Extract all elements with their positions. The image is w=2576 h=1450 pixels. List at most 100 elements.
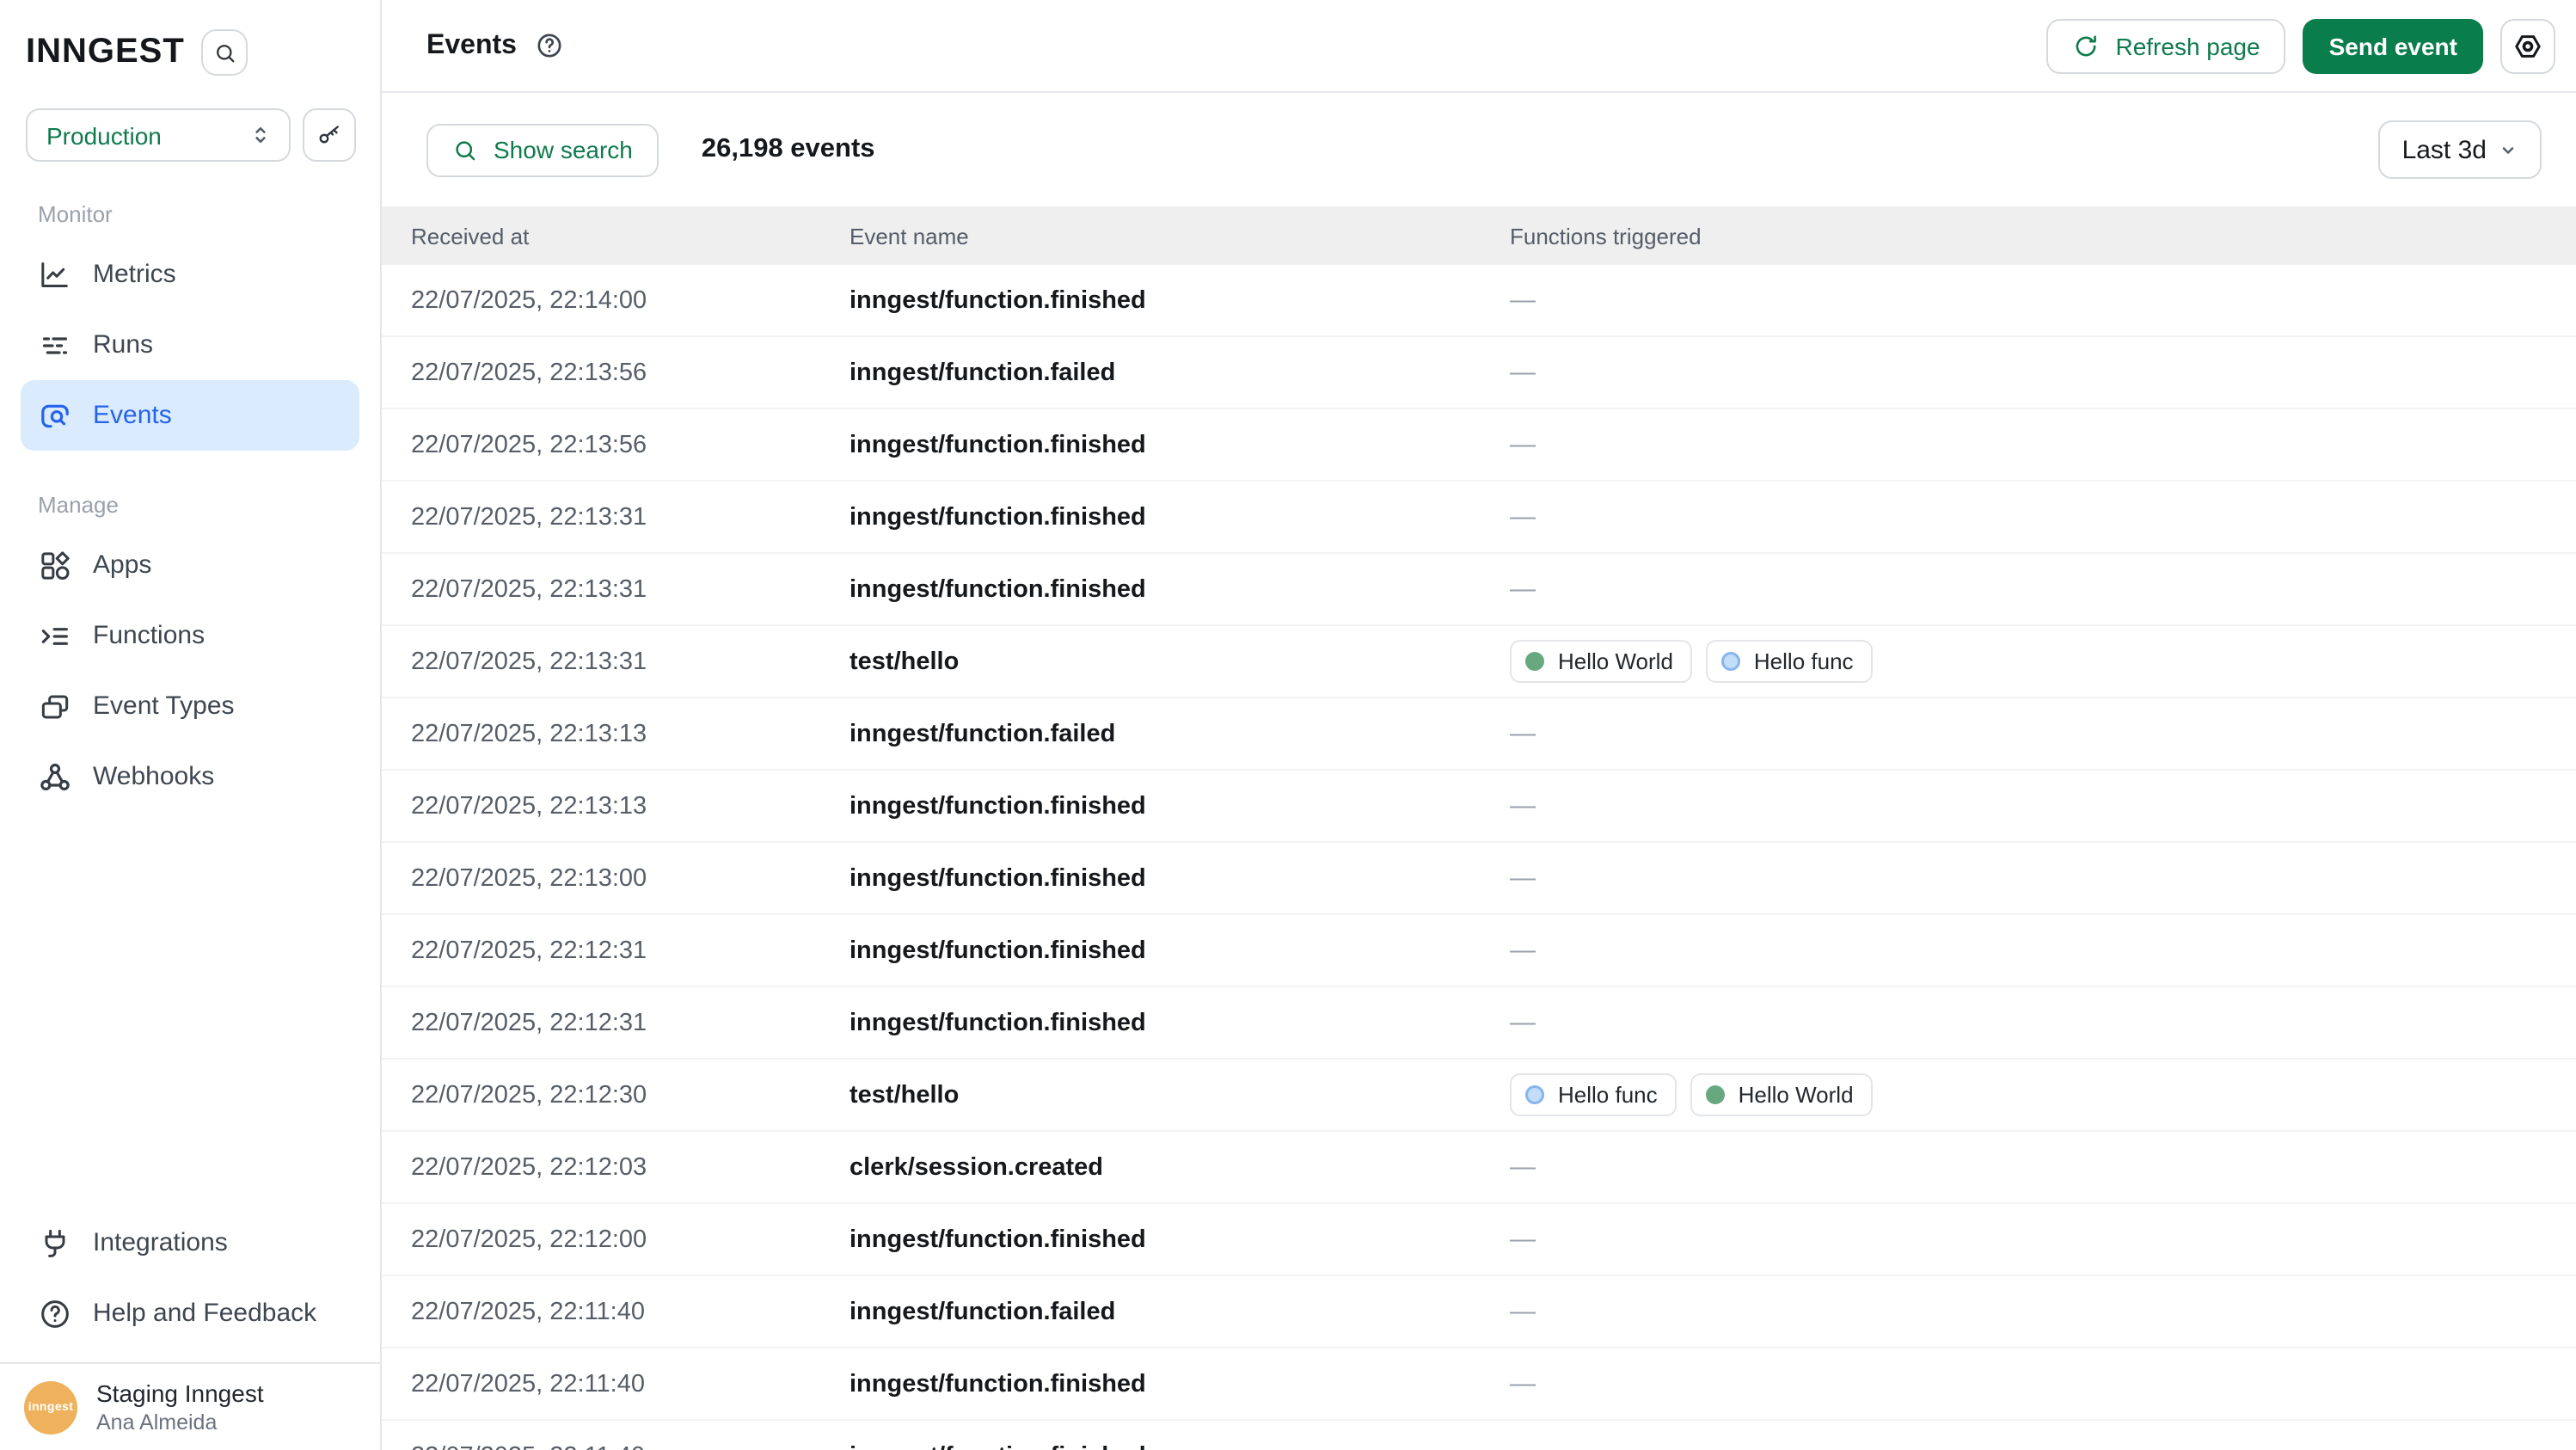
row-functions-triggered: — [1510,936,2576,965]
row-received-at: 22/07/2025, 22:13:13 [382,792,849,820]
row-event-name: inngest/function.finished [849,1226,1510,1253]
sidebar-item-events[interactable]: Events [21,380,359,451]
table-row[interactable]: 22/07/2025, 22:12:31 inngest/function.fi… [382,987,2576,1060]
sidebar-item-functions[interactable]: Functions [21,600,359,671]
table-row[interactable]: 22/07/2025, 22:13:13 inngest/function.fa… [382,698,2576,771]
row-functions-triggered: — [1510,430,2576,459]
sidebar: INNGEST Production [0,0,382,1450]
sidebar-item-label: Metrics [93,260,176,289]
row-functions-triggered: — [1510,719,2576,748]
sidebar-item-metrics[interactable]: Metrics [21,239,359,310]
row-functions-triggered: Hello func Hello World [1510,1073,2576,1116]
page-title: Events [426,30,517,61]
table-row[interactable]: 22/07/2025, 22:13:31 test/hello Hello Wo… [382,626,2576,698]
row-received-at: 22/07/2025, 22:13:00 [382,864,849,892]
sidebar-nav: Monitor Metrics Runs Events Ma [0,186,380,812]
row-received-at: 22/07/2025, 22:13:31 [382,648,849,675]
refresh-page-button[interactable]: Refresh page [2046,18,2285,73]
events-icon [38,398,72,433]
row-received-at: 22/07/2025, 22:13:31 [382,503,849,531]
row-event-name: inngest/function.finished [849,864,1510,892]
settings-button[interactable] [2500,18,2555,73]
plug-icon [38,1226,72,1260]
function-badge-label: Hello World [1558,648,1673,674]
show-search-button[interactable]: Show search [426,123,659,176]
table-row[interactable]: 22/07/2025, 22:13:56 inngest/function.fa… [382,337,2576,409]
api-keys-button[interactable] [303,108,356,162]
row-functions-triggered: — [1510,1369,2576,1398]
table-row[interactable]: 22/07/2025, 22:13:31 inngest/function.fi… [382,482,2576,554]
column-header-functions-triggered: Functions triggered [1510,223,2576,249]
table-row[interactable]: 22/07/2025, 22:13:31 inngest/function.fi… [382,554,2576,626]
row-received-at: 22/07/2025, 22:13:56 [382,359,849,386]
row-event-name: inngest/function.finished [849,1442,1510,1450]
avatar: inngest [24,1380,77,1434]
profile-user-name: Ana Almeida [96,1410,264,1435]
time-range-select[interactable]: Last 3d [2378,120,2542,179]
table-row[interactable]: 22/07/2025, 22:12:03 clerk/session.creat… [382,1132,2576,1204]
function-badge[interactable]: Hello World [1510,640,1692,683]
row-functions-triggered: Hello World Hello func [1510,640,2576,683]
row-event-name: inngest/function.failed [849,1298,1510,1325]
inngest-logo: INNGEST [26,33,185,72]
row-functions-triggered: — [1510,502,2576,531]
row-received-at: 22/07/2025, 22:11:40 [382,1370,849,1398]
sidebar-item-label: Event Types [93,691,235,721]
page-help-icon[interactable] [536,31,565,60]
function-badge[interactable]: Hello func [1510,1073,1677,1116]
row-received-at: 22/07/2025, 22:13:31 [382,575,849,603]
row-event-name: inngest/function.finished [849,1370,1510,1398]
sidebar-item-label: Runs [93,330,153,359]
key-icon [316,122,342,148]
function-status-dot [1706,1085,1725,1104]
table-row[interactable]: 22/07/2025, 22:11:40 inngest/function.fa… [382,1276,2576,1349]
row-received-at: 22/07/2025, 22:11:40 [382,1442,849,1450]
profile-org-name: Staging Inngest [96,1379,264,1407]
table-row[interactable]: 22/07/2025, 22:13:00 inngest/function.fi… [382,843,2576,915]
row-received-at: 22/07/2025, 22:13:56 [382,431,849,458]
app-root: INNGEST Production [0,0,2576,1450]
main-content: Events Refresh page Send event [382,0,2576,1450]
sidebar-item-label: Events [93,401,172,430]
row-functions-triggered: — [1510,863,2576,893]
row-functions-triggered: — [1510,791,2576,820]
event-types-icon [38,689,72,723]
events-count: 26,198 events [702,134,875,165]
show-search-label: Show search [494,136,633,163]
sidebar-item-label: Apps [93,550,151,580]
table-header: Received at Event name Functions trigger… [382,206,2576,265]
table-row[interactable]: 22/07/2025, 22:14:00 inngest/function.fi… [382,265,2576,337]
table-row[interactable]: 22/07/2025, 22:11:40 inngest/function.fi… [382,1349,2576,1421]
table-row[interactable]: 22/07/2025, 22:13:56 inngest/function.fi… [382,409,2576,482]
sidebar-item-webhooks[interactable]: Webhooks [21,741,359,812]
function-badge[interactable]: Hello World [1690,1073,1873,1116]
row-functions-triggered: — [1510,358,2576,387]
table-row[interactable]: 22/07/2025, 22:12:30 test/hello Hello fu… [382,1060,2576,1132]
profile-menu[interactable]: inngest Staging Inngest Ana Almeida [0,1362,380,1450]
runs-icon [38,328,72,362]
send-event-button[interactable]: Send event [2303,18,2483,73]
function-badge-label: Hello func [1754,648,1854,674]
selector-chevrons-icon [248,122,273,148]
nav-section-manage: Manage [21,476,359,530]
sidebar-item-apps[interactable]: Apps [21,530,359,600]
sidebar-search-button[interactable] [202,29,248,76]
table-row[interactable]: 22/07/2025, 22:11:40 inngest/function.fi… [382,1421,2576,1450]
row-functions-triggered: — [1510,1297,2576,1326]
refresh-icon [2072,32,2100,59]
table-row[interactable]: 22/07/2025, 22:12:31 inngest/function.fi… [382,915,2576,987]
row-event-name: inngest/function.finished [849,431,1510,458]
row-functions-triggered: — [1510,1008,2576,1037]
events-toolbar: Show search 26,198 events Last 3d [382,93,2576,206]
function-badge[interactable]: Hello func [1706,640,1873,683]
row-functions-triggered: — [1510,1441,2576,1450]
sidebar-item-runs[interactable]: Runs [21,310,359,380]
function-status-dot [1525,652,1544,671]
environment-selector[interactable]: Production [26,108,291,162]
sidebar-item-integrations[interactable]: Integrations [21,1207,359,1278]
sidebar-item-help[interactable]: Help and Feedback [21,1278,359,1349]
table-row[interactable]: 22/07/2025, 22:13:13 inngest/function.fi… [382,771,2576,843]
refresh-page-label: Refresh page [2115,32,2260,59]
sidebar-item-event-types[interactable]: Event Types [21,671,359,741]
table-row[interactable]: 22/07/2025, 22:12:00 inngest/function.fi… [382,1204,2576,1276]
